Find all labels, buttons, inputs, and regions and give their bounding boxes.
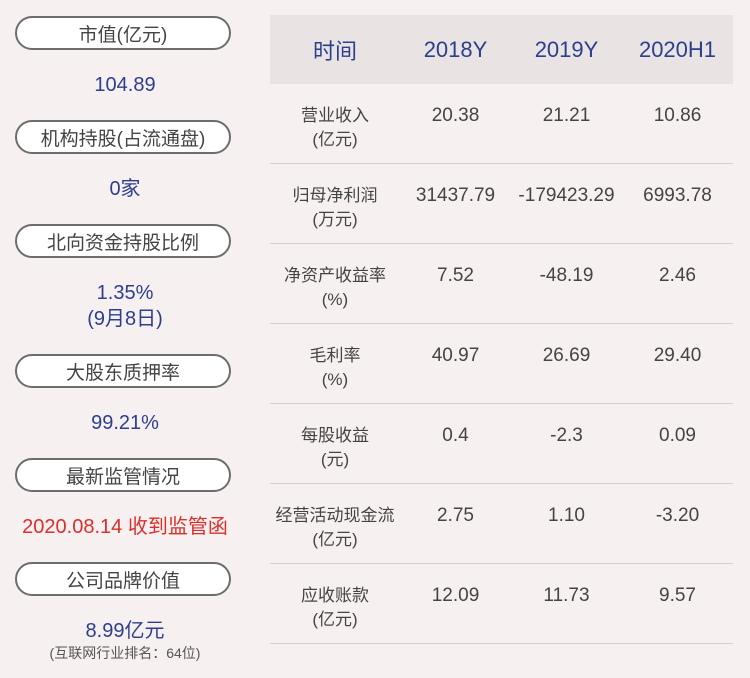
cell-value: 2.46 [659,265,696,286]
northbound-ratio-label: 北向资金持股比例 [15,224,231,258]
regulation-label: 最新监管情况 [15,458,231,492]
cell-value: -3.20 [655,505,700,526]
institution-holding-label: 机构持股(占流通盘) [15,120,231,154]
table-row: 应收账款 (亿元) 12.09 11.73 9.57 [270,564,733,644]
cell-value: 40.97 [431,345,480,366]
row-label: 净资产收益率 (%) [284,266,386,309]
brand-rank-note: (互联网行业排名：64位) [49,645,201,661]
row-label: 每股收益 (元) [301,426,369,469]
row-label: 应收账款 (亿元) [301,586,369,629]
cell-value: -179423.29 [518,185,615,206]
brand-value-label: 公司品牌价值 [15,562,231,596]
cell-value: 6993.78 [643,185,712,206]
pledge-rate-label: 大股东质押率 [15,354,231,388]
left-panel: 市值(亿元) 104.89 机构持股(占流通盘) 0家 北向资金持股比例 1.3… [0,0,252,678]
cell-value: 26.69 [542,345,591,366]
market-cap-value: 104.89 [94,74,156,96]
cell-value: 0.4 [442,425,469,446]
cell-value: 29.40 [653,345,702,366]
cell-value: 31437.79 [415,185,496,206]
cell-value: -2.3 [550,425,583,446]
row-label: 营业收入 (亿元) [301,106,369,149]
header-2018: 2018Y [423,36,488,62]
cell-value: 10.86 [653,105,702,126]
cell-value: 9.57 [659,585,696,606]
brand-value-value: 8.99亿元 [85,620,165,642]
regulation-value: 2020.08.14 收到监管函 [22,516,228,538]
header-time: 时间 [312,38,357,64]
institution-holding-value: 0家 [109,178,141,200]
pledge-rate-value: 99.21% [91,412,159,434]
table-row: 营业收入 (亿元) 20.38 21.21 10.86 [270,84,733,164]
table-row: 归母净利润 (万元) 31437.79 -179423.29 6993.78 [270,164,733,244]
cell-value: 20.38 [431,105,480,126]
table-row: 每股收益 (元) 0.4 -2.3 0.09 [270,404,733,484]
financial-table: 时间 2018Y 2019Y 2020H1 营业收入 (亿元) 20.38 21.… [270,15,733,644]
cell-value: 12.09 [431,585,480,606]
northbound-ratio-date: (9月8日) [87,308,163,330]
row-label: 归母净利润 (万元) [292,186,378,229]
table-row: 毛利率 (%) 40.97 26.69 29.40 [270,324,733,404]
cell-value: 0.09 [659,425,696,446]
cell-value: 7.52 [437,265,474,286]
market-cap-label: 市值(亿元) [15,16,231,50]
row-label: 毛利率 (%) [309,346,361,389]
cell-value: 1.10 [548,505,585,526]
table-row: 净资产收益率 (%) 7.52 -48.19 2.46 [270,244,733,324]
table-header: 时间 2018Y 2019Y 2020H1 [270,15,733,84]
cell-value: 2.75 [437,505,474,526]
header-2019: 2019Y [534,36,599,62]
cell-value: 21.21 [542,105,591,126]
northbound-ratio-value: 1.35% [96,282,154,304]
cell-value: -48.19 [539,265,594,286]
cell-value: 11.73 [543,585,590,606]
row-label: 经营活动现金流 (亿元) [275,506,395,549]
header-2020h1: 2020H1 [638,36,717,62]
table-row: 经营活动现金流 (亿元) 2.75 1.10 -3.20 [270,484,733,564]
